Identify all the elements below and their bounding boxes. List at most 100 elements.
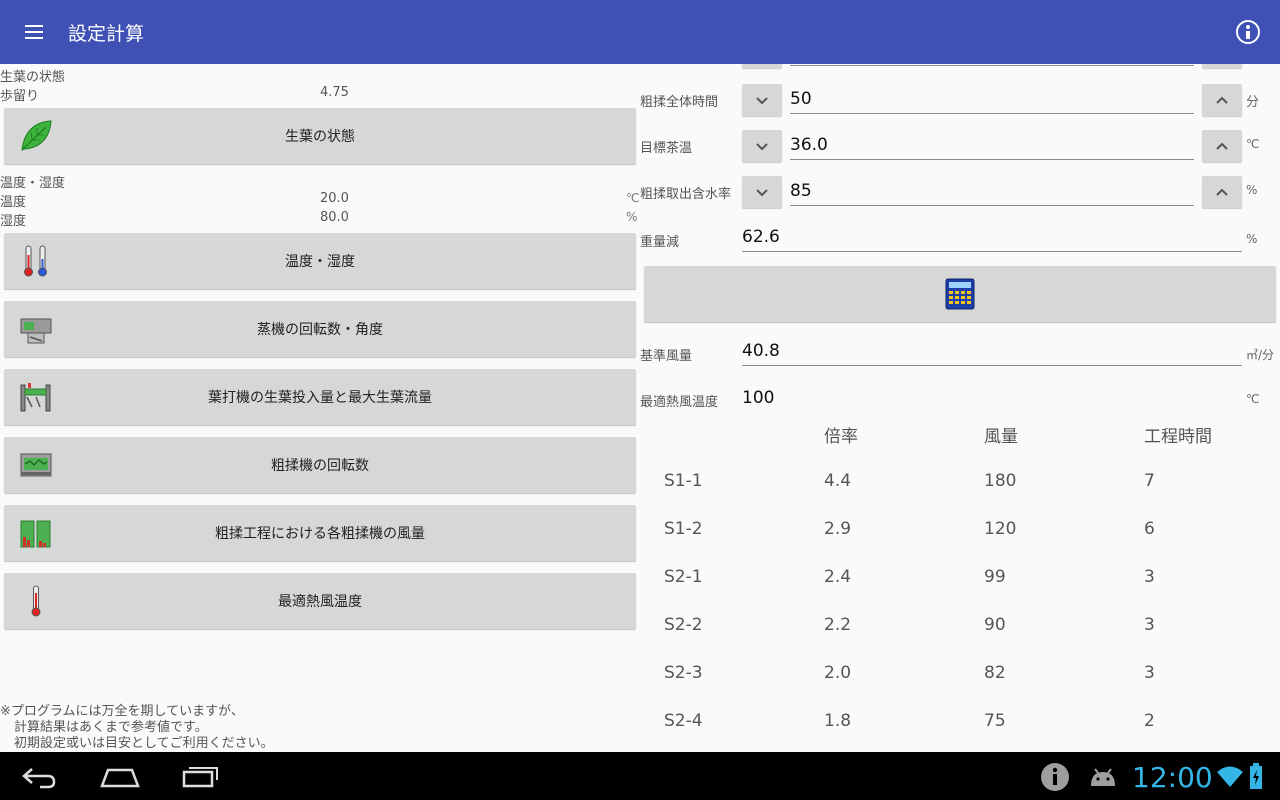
temp-unit: ℃ [626, 191, 640, 205]
total-time-input[interactable]: 50 [790, 82, 1194, 114]
target-temp-input[interactable]: 36.0 [790, 128, 1194, 160]
target-temp-increment-button[interactable] [1202, 130, 1242, 162]
chevron-down-icon [756, 143, 768, 151]
total-time-decrement-button[interactable] [742, 84, 782, 116]
temp-humidity-button-label: 温度・湿度 [285, 254, 355, 270]
yield-value: 4.75 [320, 85, 349, 100]
total-time-increment-button[interactable] [1202, 84, 1242, 116]
stage-cell: S2-3 [664, 663, 703, 683]
column-header-process-time: 工程時間 [1144, 427, 1212, 447]
stage-cell: S1-1 [664, 471, 703, 491]
right-panel: 粗揉全体時間 50 分 目標茶温 36.0 ℃ 粗揉取出含水率 85 % 重量減… [640, 64, 1280, 752]
column-header-airflow: 風量 [984, 427, 1018, 447]
airflow-cell: 82 [984, 663, 1006, 683]
airflow-cell: 90 [984, 615, 1006, 635]
time-cell: 3 [1144, 615, 1155, 635]
total-time-label: 粗揉全体時間 [640, 95, 719, 110]
status-clock: 12:00 [1132, 761, 1213, 794]
hot-air-temp-label: 最適熱風温度 [640, 395, 719, 410]
time-cell: 6 [1144, 519, 1155, 539]
airflow-cell: 75 [984, 711, 1006, 731]
hamburger-menu-icon[interactable] [24, 22, 46, 42]
previous-increment-button[interactable] [1202, 64, 1242, 68]
ratio-cell: 4.4 [824, 471, 852, 491]
disclaimer-text: ※プログラムには万全を期していますが、 計算結果はあくまで参考値です。 初期設定… [0, 704, 274, 751]
leaf-state-heading: 生葉の状態 [0, 70, 66, 85]
weight-loss-value: 62.6 [742, 220, 1242, 252]
airflow-cell: 120 [984, 519, 1017, 539]
column-header-ratio: 倍率 [824, 427, 858, 447]
temp-humidity-button[interactable]: 温度・湿度 [4, 233, 636, 289]
recent-apps-button[interactable] [170, 760, 230, 792]
previous-input[interactable] [790, 64, 1194, 66]
chevron-down-icon [756, 97, 768, 105]
system-nav-bar: 12:00 [0, 752, 1280, 800]
chevron-up-icon [1216, 96, 1228, 104]
time-cell: 3 [1144, 663, 1155, 683]
hot-air-temp-unit: ℃ [1246, 392, 1260, 406]
moisture-increment-button[interactable] [1202, 176, 1242, 208]
stage-cell: S2-4 [664, 711, 703, 731]
weight-loss-unit: % [1246, 232, 1258, 246]
rolling-machine-button[interactable]: 粗揉機の回転数 [4, 437, 636, 493]
airflow-cell: 99 [984, 567, 1006, 587]
moisture-decrement-button[interactable] [742, 176, 782, 208]
yield-label: 歩留り [0, 89, 40, 104]
stage-cell: S1-2 [664, 519, 703, 539]
target-temp-unit: ℃ [1246, 137, 1260, 151]
temp-label: 温度 [0, 195, 27, 210]
leaf-state-button[interactable]: 生葉の状態 [4, 108, 636, 164]
humidity-label: 湿度 [0, 214, 27, 229]
steamer-button[interactable]: 蒸機の回転数・角度 [4, 301, 636, 357]
rolling-machine-button-label: 粗揉機の回転数 [271, 458, 369, 474]
recent-apps-icon [182, 767, 218, 788]
leaf-beater-button[interactable]: 葉打機の生葉投入量と最大生葉流量 [4, 369, 636, 425]
temp-value: 20.0 [320, 191, 349, 206]
info-icon[interactable] [1236, 20, 1260, 44]
target-temp-decrement-button[interactable] [742, 130, 782, 162]
hot-air-temp-value: 100 [742, 388, 775, 408]
base-airflow-unit: ㎥/分 [1246, 348, 1275, 362]
ratio-cell: 2.9 [824, 519, 852, 539]
total-time-unit: 分 [1246, 95, 1260, 110]
back-button[interactable] [10, 760, 70, 792]
target-temp-label: 目標茶温 [640, 141, 693, 156]
stage-cell: S2-2 [664, 615, 703, 635]
info-circle-icon [1041, 763, 1069, 791]
ratio-cell: 2.0 [824, 663, 852, 683]
chevron-up-icon [1216, 142, 1228, 150]
page-title: 設定計算 [68, 23, 145, 45]
steamer-button-label: 蒸機の回転数・角度 [257, 322, 383, 338]
base-airflow-value: 40.8 [742, 334, 1242, 366]
wifi-icon [1217, 766, 1243, 787]
android-debug-icon [1091, 768, 1115, 786]
weight-loss-label: 重量減 [640, 235, 680, 250]
calculate-button[interactable] [644, 266, 1276, 322]
time-cell: 3 [1144, 567, 1155, 587]
chevron-up-icon [1216, 188, 1228, 196]
airflow-button-label: 粗揉工程における各粗揉機の風量 [215, 526, 425, 542]
back-arrow-icon [22, 768, 56, 789]
moisture-input[interactable]: 85 [790, 174, 1194, 206]
moisture-unit: % [1246, 183, 1258, 197]
temp-humidity-heading: 温度・湿度 [0, 176, 66, 191]
app-bar: 設定計算 [0, 0, 1280, 64]
previous-decrement-button[interactable] [742, 64, 782, 68]
ratio-cell: 1.8 [824, 711, 852, 731]
leaf-state-button-label: 生葉の状態 [285, 129, 355, 145]
airflow-button[interactable]: 粗揉工程における各粗揉機の風量 [4, 505, 636, 561]
hot-air-temp-button[interactable]: 最適熱風温度 [4, 573, 636, 629]
leaf-beater-button-label: 葉打機の生葉投入量と最大生葉流量 [208, 390, 432, 406]
ratio-cell: 2.2 [824, 615, 852, 635]
moisture-label: 粗揉取出含水率 [640, 187, 732, 202]
time-cell: 2 [1144, 711, 1155, 731]
chevron-down-icon [756, 189, 768, 197]
base-airflow-label: 基準風量 [640, 349, 693, 364]
calculator-icon [945, 278, 975, 310]
home-button[interactable] [90, 760, 150, 792]
time-cell: 7 [1144, 471, 1155, 491]
ratio-cell: 2.4 [824, 567, 852, 587]
left-panel: 生葉の状態 歩留り 4.75 生葉の状態 温度・湿度 温度 20.0 ℃ 湿度 … [0, 64, 640, 752]
humidity-value: 80.0 [320, 210, 349, 225]
airflow-cell: 180 [984, 471, 1017, 491]
